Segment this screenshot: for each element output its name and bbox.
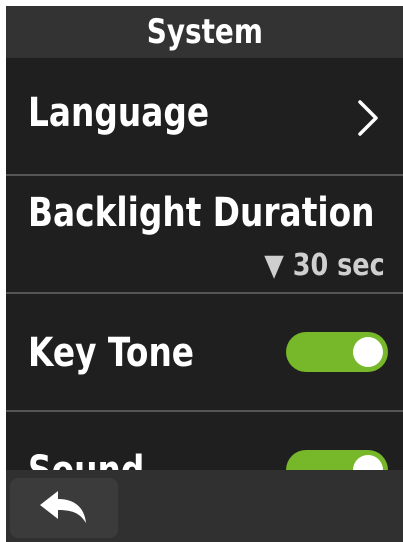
device-screen: System Language Backlight Duration ▼ 30 …	[6, 6, 403, 542]
key-tone-row: Key Tone	[6, 294, 403, 410]
key-tone-toggle[interactable]	[286, 332, 388, 372]
chevron-right-icon	[358, 100, 378, 136]
key-tone-label: Key Tone	[28, 330, 195, 376]
back-arrow-icon	[40, 491, 86, 523]
footer-bar	[6, 470, 403, 542]
page-title: System	[146, 12, 263, 52]
backlight-duration-value[interactable]: ▼ 30 sec	[265, 248, 385, 283]
toggle-knob	[353, 337, 383, 367]
backlight-duration-label: Backlight Duration	[28, 190, 375, 236]
page-header: System	[6, 6, 403, 58]
backlight-duration-row[interactable]: Backlight Duration ▼ 30 sec	[6, 176, 403, 292]
language-row[interactable]: Language	[6, 58, 403, 174]
back-button[interactable]	[10, 478, 118, 538]
language-label: Language	[28, 90, 210, 136]
